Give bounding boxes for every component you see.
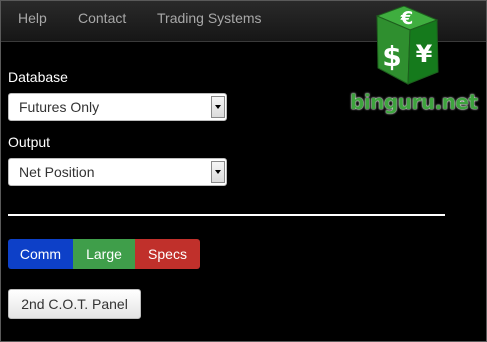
large-button[interactable]: Large <box>73 239 135 269</box>
nav-contact-link[interactable]: Contact <box>78 1 126 37</box>
output-select-value: Net Position <box>19 164 95 180</box>
comm-button[interactable]: Comm <box>8 239 73 269</box>
output-label: Output <box>8 134 51 150</box>
svg-text:¥: ¥ <box>416 40 433 68</box>
database-label: Database <box>8 69 68 85</box>
dropdown-arrow-icon[interactable] <box>211 96 225 118</box>
database-select[interactable]: Futures Only <box>8 93 227 121</box>
nav-trading-systems-link[interactable]: Trading Systems <box>157 1 262 37</box>
database-select-value: Futures Only <box>19 99 100 115</box>
logo-text: binguru.net <box>350 90 478 114</box>
second-cot-panel-button[interactable]: 2nd C.O.T. Panel <box>8 289 141 319</box>
svg-text:€: € <box>400 8 414 29</box>
output-select[interactable]: Net Position <box>8 158 227 186</box>
divider <box>8 214 445 216</box>
binguru-logo: € $ ¥ binguru.net <box>342 5 482 118</box>
nav-help-link[interactable]: Help <box>18 1 47 37</box>
dropdown-arrow-icon[interactable] <box>211 161 225 183</box>
specs-button[interactable]: Specs <box>135 239 200 269</box>
currency-cube-icon: € $ ¥ <box>375 5 439 85</box>
svg-text:$: $ <box>382 40 401 73</box>
